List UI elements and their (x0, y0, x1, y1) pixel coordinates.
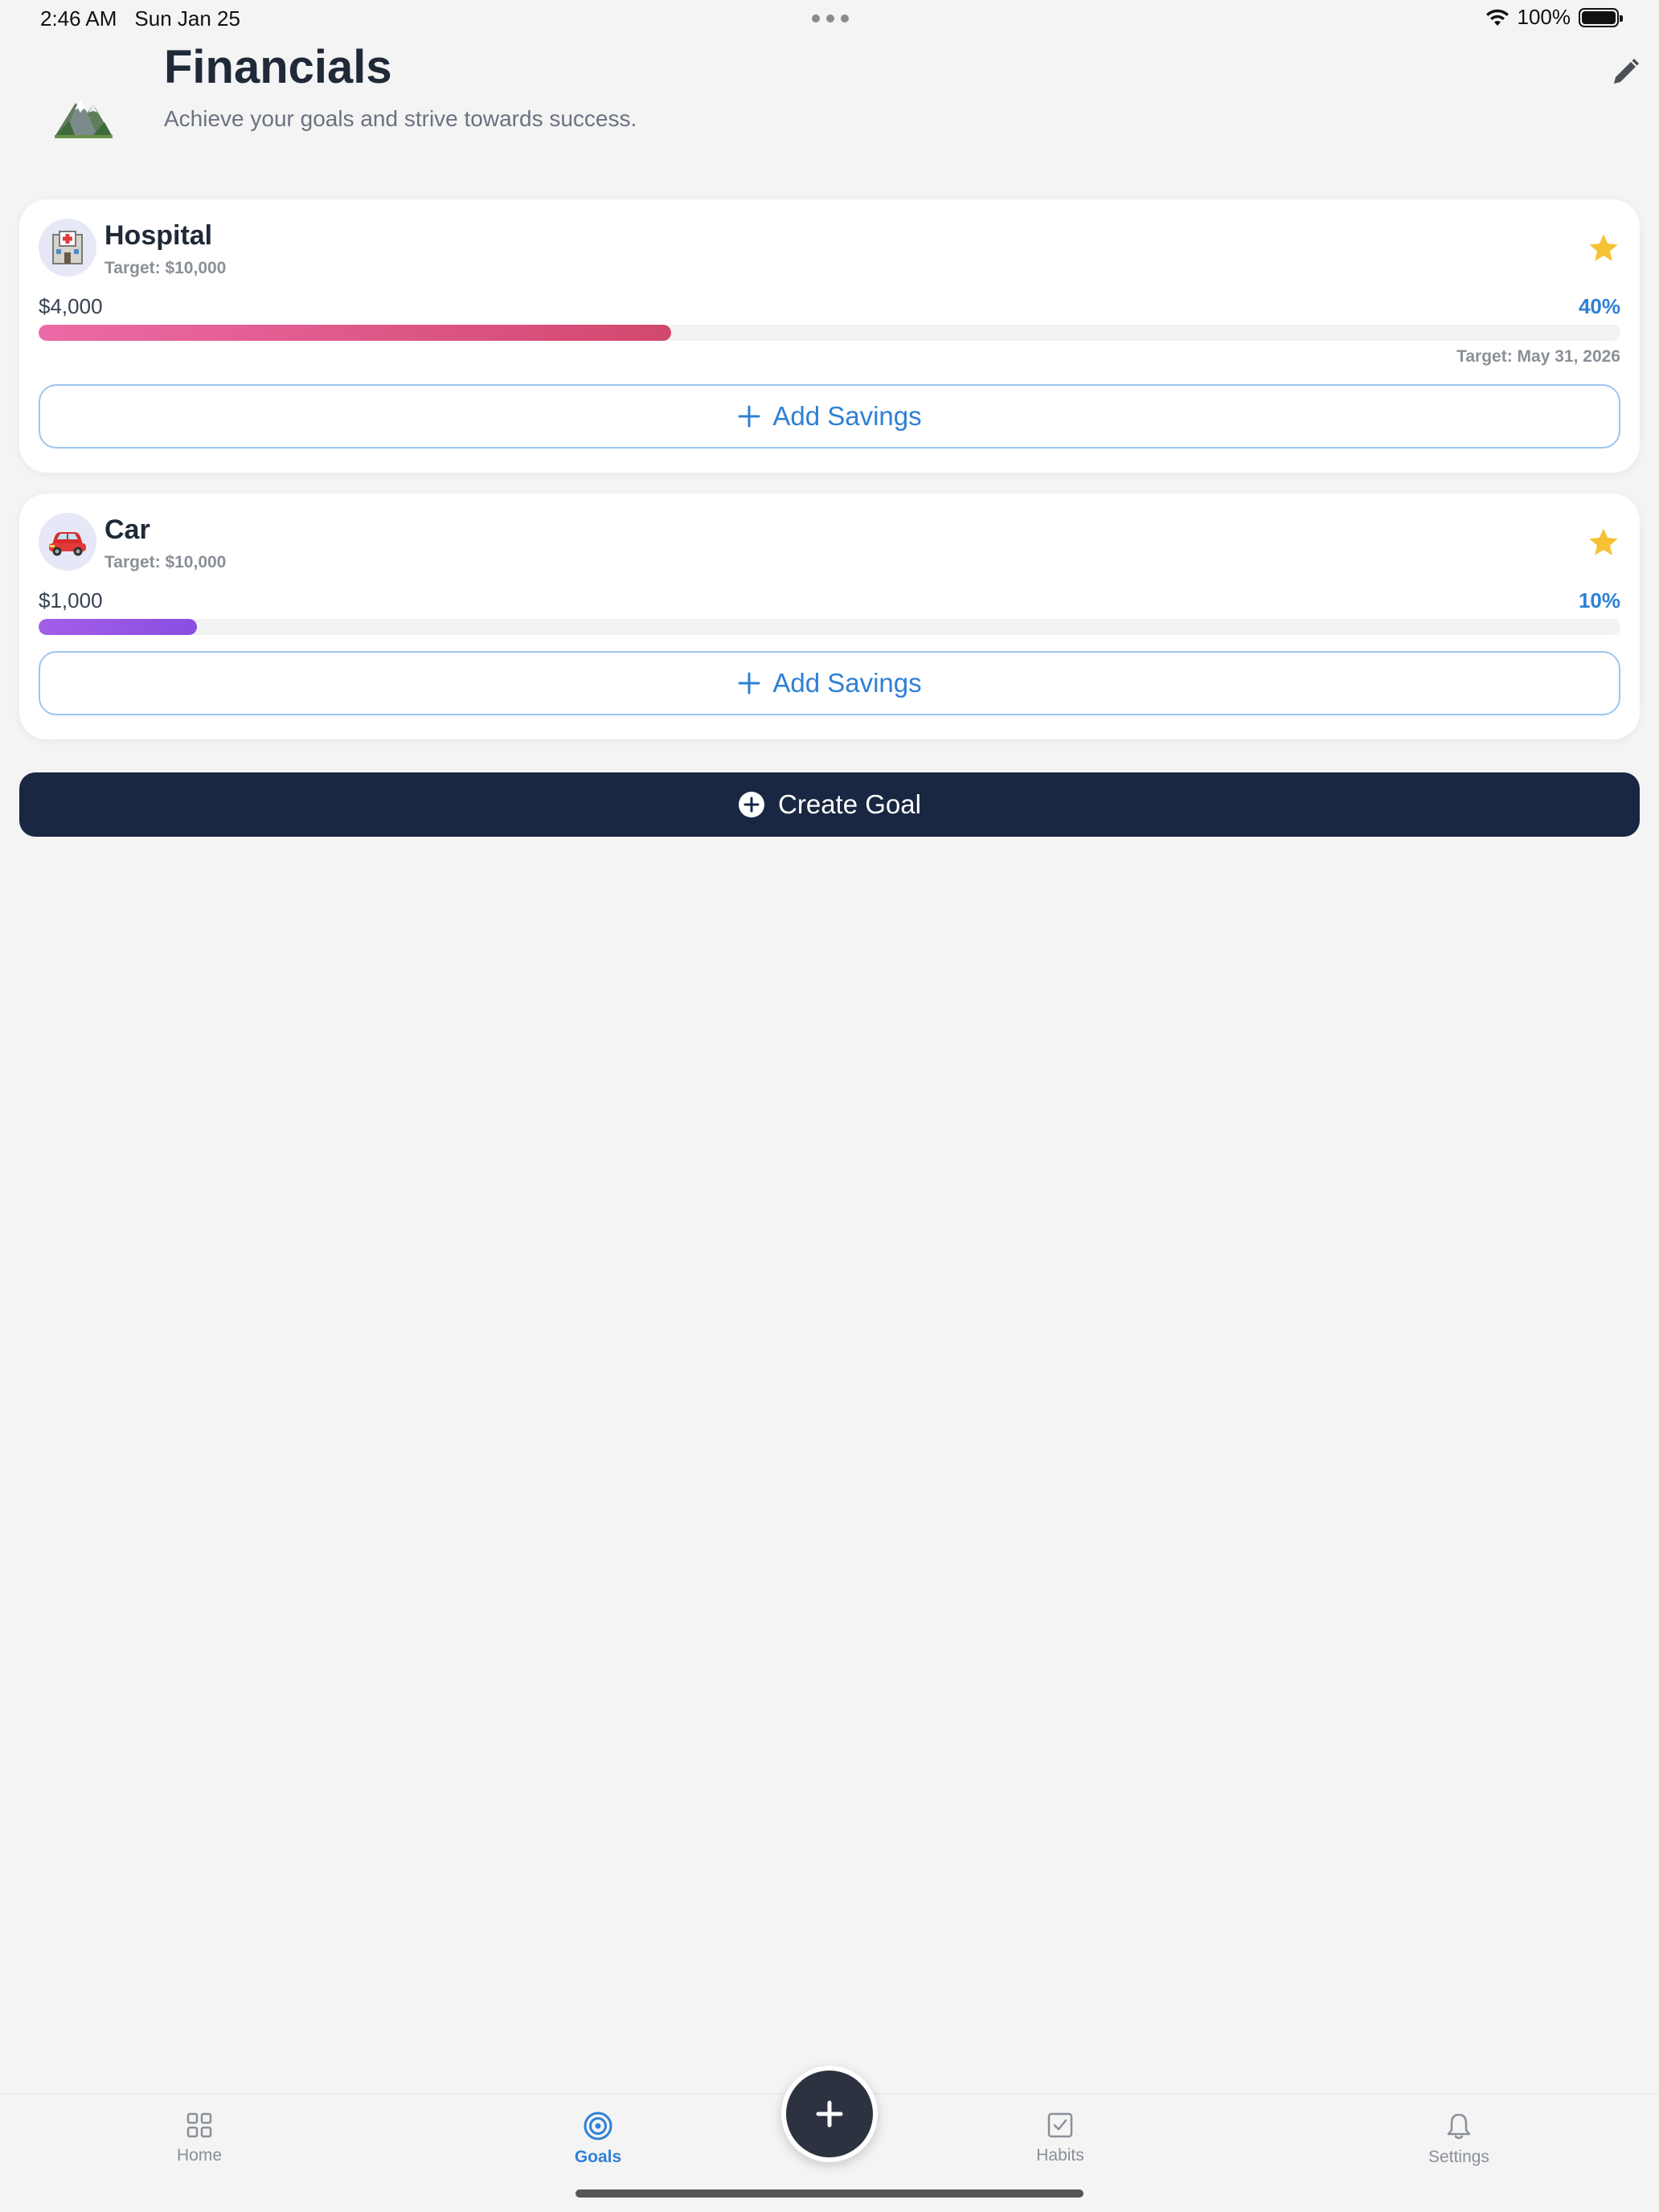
mountain-icon (55, 98, 113, 138)
goal-progress-percent: 10% (1578, 588, 1620, 612)
bell-icon (1447, 2113, 1471, 2140)
plus-icon (738, 405, 760, 428)
goal-name: Car (104, 514, 150, 545)
nav-item-goals[interactable]: Goals (518, 2111, 678, 2167)
goal-card-car[interactable]: Car Target: $10,000 $1,000 10% Add Savin… (19, 494, 1640, 739)
battery-icon (1579, 7, 1623, 27)
goal-saved-amount: $4,000 (39, 294, 103, 318)
plus-icon (816, 2100, 843, 2128)
page-title: Financials (164, 41, 392, 93)
goal-avatar (39, 219, 96, 276)
page-subtitle: Achieve your goals and strive towards su… (164, 106, 637, 131)
car-icon (49, 532, 86, 556)
status-time: 2:46 AM (40, 6, 117, 31)
nav-item-settings[interactable]: Settings (1378, 2111, 1539, 2167)
nav-label: Settings (1428, 2148, 1489, 2166)
nav-label: Habits (1036, 2146, 1084, 2165)
progress-bar (39, 619, 1620, 635)
hospital-icon (52, 231, 83, 264)
progress-fill (39, 325, 672, 341)
add-savings-label: Add Savings (772, 668, 922, 698)
multitasking-dots-icon[interactable] (812, 14, 849, 23)
goal-target-amount: Target: $10,000 (104, 259, 227, 277)
add-fab-button[interactable] (781, 2066, 878, 2162)
goal-saved-amount: $1,000 (39, 588, 103, 612)
home-indicator[interactable] (576, 2189, 1083, 2198)
nav-label: Goals (574, 2148, 622, 2166)
goal-target-date: Target: May 31, 2026 (1456, 347, 1620, 366)
goals-screen: 2:46 AM Sun Jan 25 100% Financials Achie… (0, 0, 1659, 2212)
goal-target-amount: Target: $10,000 (104, 553, 227, 571)
progress-bar (39, 325, 1620, 341)
star-icon[interactable] (1587, 526, 1620, 559)
add-savings-label: Add Savings (772, 401, 922, 431)
goal-progress-percent: 40% (1578, 294, 1620, 318)
plus-icon (738, 672, 760, 694)
grid-icon (186, 2112, 212, 2138)
star-icon[interactable] (1587, 231, 1620, 265)
add-savings-button[interactable]: Add Savings (39, 384, 1620, 449)
status-bar: 2:46 AM Sun Jan 25 100% (0, 0, 1659, 39)
plus-circle-icon (739, 792, 765, 817)
add-savings-button[interactable]: Add Savings (39, 651, 1620, 715)
nav-item-habits[interactable]: Habits (980, 2111, 1141, 2165)
battery-percent: 100% (1517, 5, 1571, 29)
create-goal-button[interactable]: Create Goal (19, 772, 1640, 837)
status-date: Sun Jan 25 (134, 6, 240, 31)
checkbox-icon (1047, 2112, 1073, 2138)
progress-fill (39, 619, 197, 635)
target-icon (584, 2112, 612, 2140)
nav-label: Home (176, 2146, 223, 2165)
goal-name: Hospital (104, 220, 213, 251)
nav-item-home[interactable]: Home (119, 2111, 280, 2165)
pencil-icon[interactable] (1609, 56, 1641, 88)
goal-card-hospital[interactable]: Hospital Target: $10,000 $4,000 40% Targ… (19, 199, 1640, 473)
wifi-icon (1485, 9, 1509, 26)
goal-avatar (39, 513, 96, 571)
create-goal-label: Create Goal (778, 789, 921, 819)
